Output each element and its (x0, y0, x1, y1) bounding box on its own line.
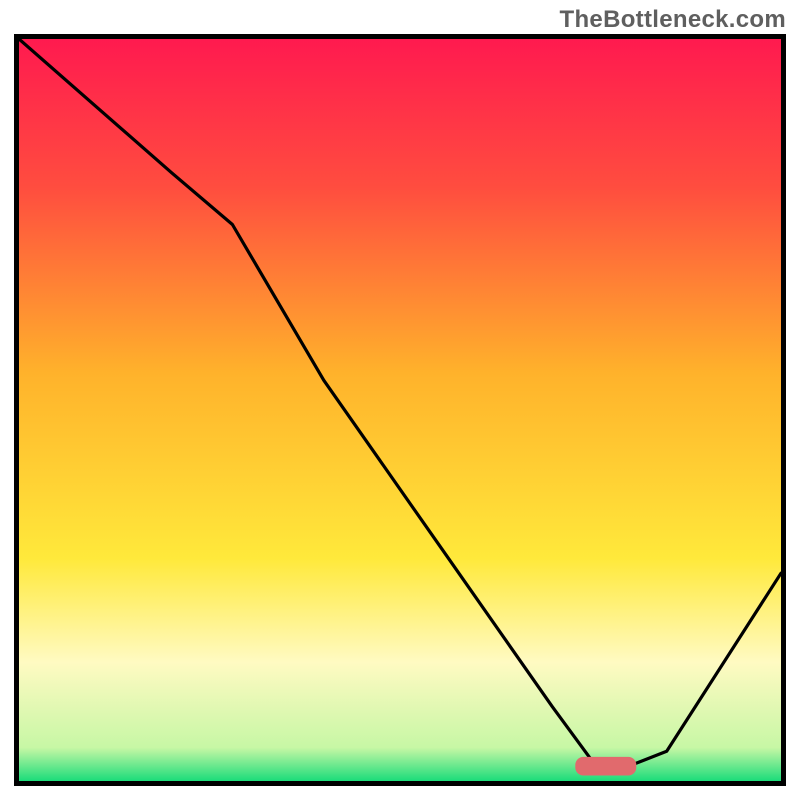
watermark-text: TheBottleneck.com (560, 6, 786, 34)
chart-frame (14, 34, 786, 786)
chart-container: TheBottleneck.com (0, 0, 800, 800)
optimal-marker (575, 757, 636, 776)
chart-svg (19, 39, 781, 781)
gradient-background (19, 39, 781, 781)
